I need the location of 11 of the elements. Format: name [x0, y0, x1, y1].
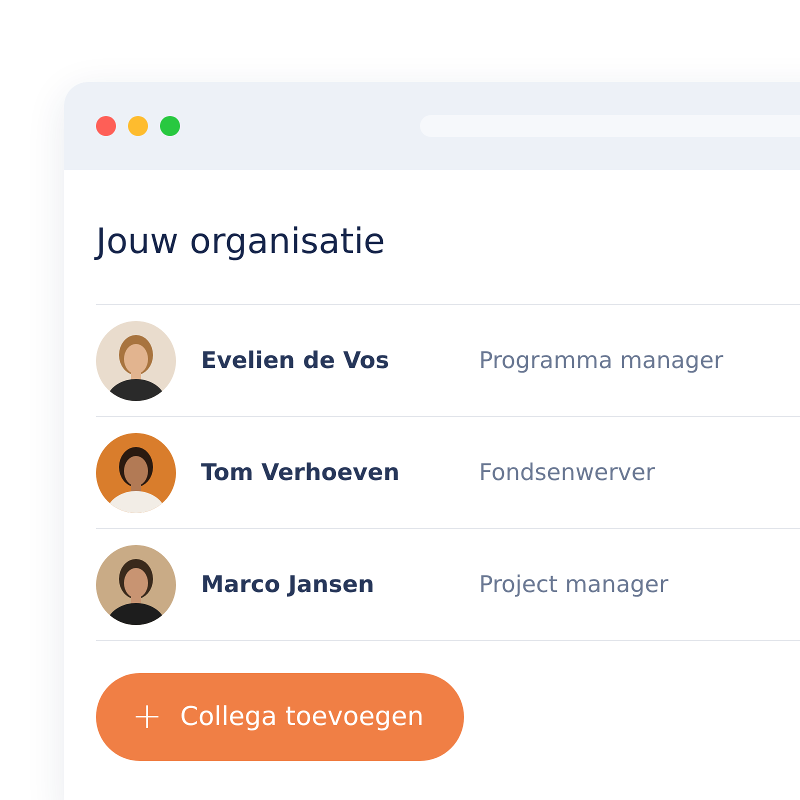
member-name: Tom Verhoeven: [201, 460, 401, 486]
maximize-icon[interactable]: [160, 116, 180, 136]
member-name: Evelien de Vos: [201, 348, 390, 374]
member-name: Marco Jansen: [201, 572, 376, 598]
add-colleague-button[interactable]: + Collega toevoegen: [96, 673, 464, 761]
member-role: Project manager: [479, 572, 668, 598]
member-role: Fondsenwerver: [479, 460, 656, 486]
close-icon[interactable]: [96, 116, 116, 136]
member-role: Programma manager: [479, 348, 724, 374]
page-title: Jouw organisatie: [96, 222, 386, 262]
minimize-icon[interactable]: [128, 116, 148, 136]
